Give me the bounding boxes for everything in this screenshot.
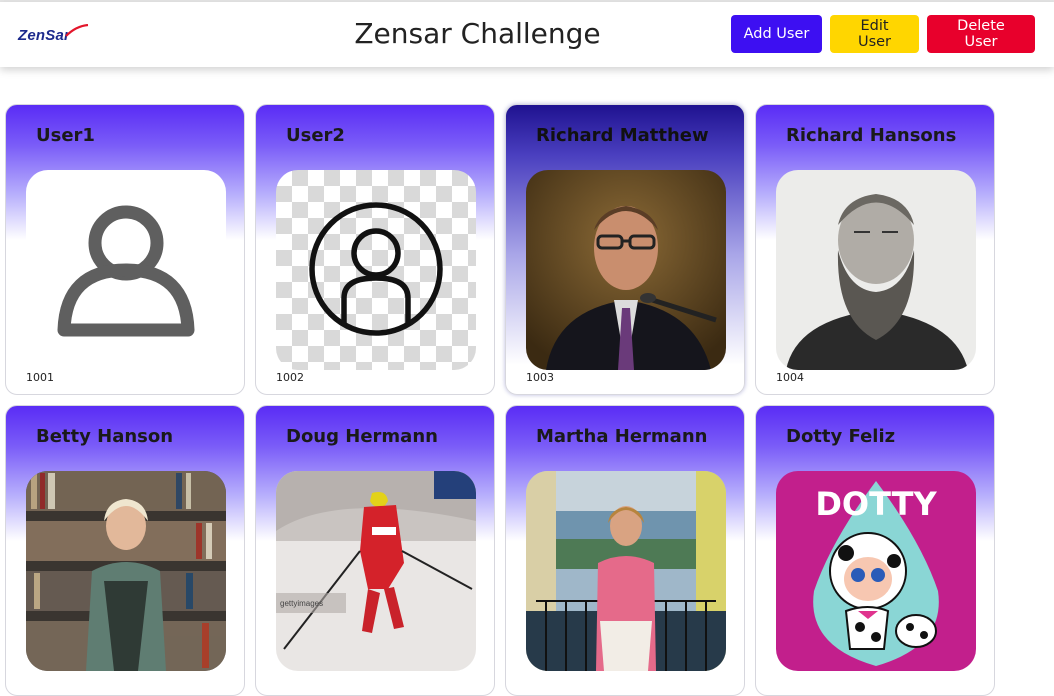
user-avatar [276, 170, 476, 370]
user-name: Doug Hermann [286, 426, 438, 447]
zensar-logo[interactable]: ZenSar [18, 24, 89, 48]
user-name: Richard Hansons [786, 125, 957, 146]
user-id: 1001 [26, 371, 54, 384]
dotty-toy-photo: DOTTY [776, 471, 976, 671]
balcony-portrait-photo [526, 471, 726, 671]
speaker-photo [526, 170, 726, 370]
user-photo [776, 170, 976, 370]
page-title: Zensar Challenge [354, 17, 601, 50]
user-name: Richard Matthew [536, 125, 709, 146]
user-card[interactable]: User1 1001 [5, 104, 245, 395]
user-id: 1002 [276, 371, 304, 384]
getty-watermark: gettyimages [280, 599, 323, 608]
user-avatar [26, 170, 226, 370]
user-card-selected[interactable]: Richard Matthew 1003 [505, 104, 745, 395]
logo-swoosh-icon [65, 24, 89, 37]
user-card[interactable]: User2 1002 [255, 104, 495, 395]
bookshelf-portrait-photo [26, 471, 226, 671]
dotty-title: DOTTY [815, 485, 937, 523]
user-photo [526, 170, 726, 370]
delete-user-button[interactable]: Delete User [927, 15, 1035, 53]
user-photo: DOTTY [776, 471, 976, 671]
user-id: 1004 [776, 371, 804, 384]
user-name: User1 [36, 125, 95, 146]
user-card[interactable]: Richard Hansons 1004 [755, 104, 995, 395]
user-card[interactable]: Doug Hermann gettyimages [255, 405, 495, 696]
user-card[interactable]: Martha Hermann [505, 405, 745, 696]
person-outline-icon [57, 205, 195, 337]
add-user-button[interactable]: Add User [731, 15, 822, 53]
user-name: Betty Hanson [36, 426, 174, 447]
app-header: ZenSar Zensar Challenge Add User Edit Us… [0, 2, 1054, 67]
user-card[interactable]: Dotty Feliz DOTTY [755, 405, 995, 696]
user-circle-icon [309, 202, 443, 336]
user-name: Martha Hermann [536, 426, 708, 447]
logo-text: ZenSar [18, 27, 71, 44]
user-photo [526, 471, 726, 671]
user-name: Dotty Feliz [786, 426, 896, 447]
portrait-photo [776, 170, 976, 370]
user-card-grid: User1 1001 User2 1002 Richard Matthew 10… [5, 104, 1005, 696]
user-photo [26, 471, 226, 671]
user-name: User2 [286, 125, 345, 146]
user-photo: gettyimages [276, 471, 476, 671]
edit-user-button[interactable]: Edit User [830, 15, 919, 53]
user-id: 1003 [526, 371, 554, 384]
skier-photo: gettyimages [276, 471, 476, 671]
user-card[interactable]: Betty Hanson [5, 405, 245, 696]
